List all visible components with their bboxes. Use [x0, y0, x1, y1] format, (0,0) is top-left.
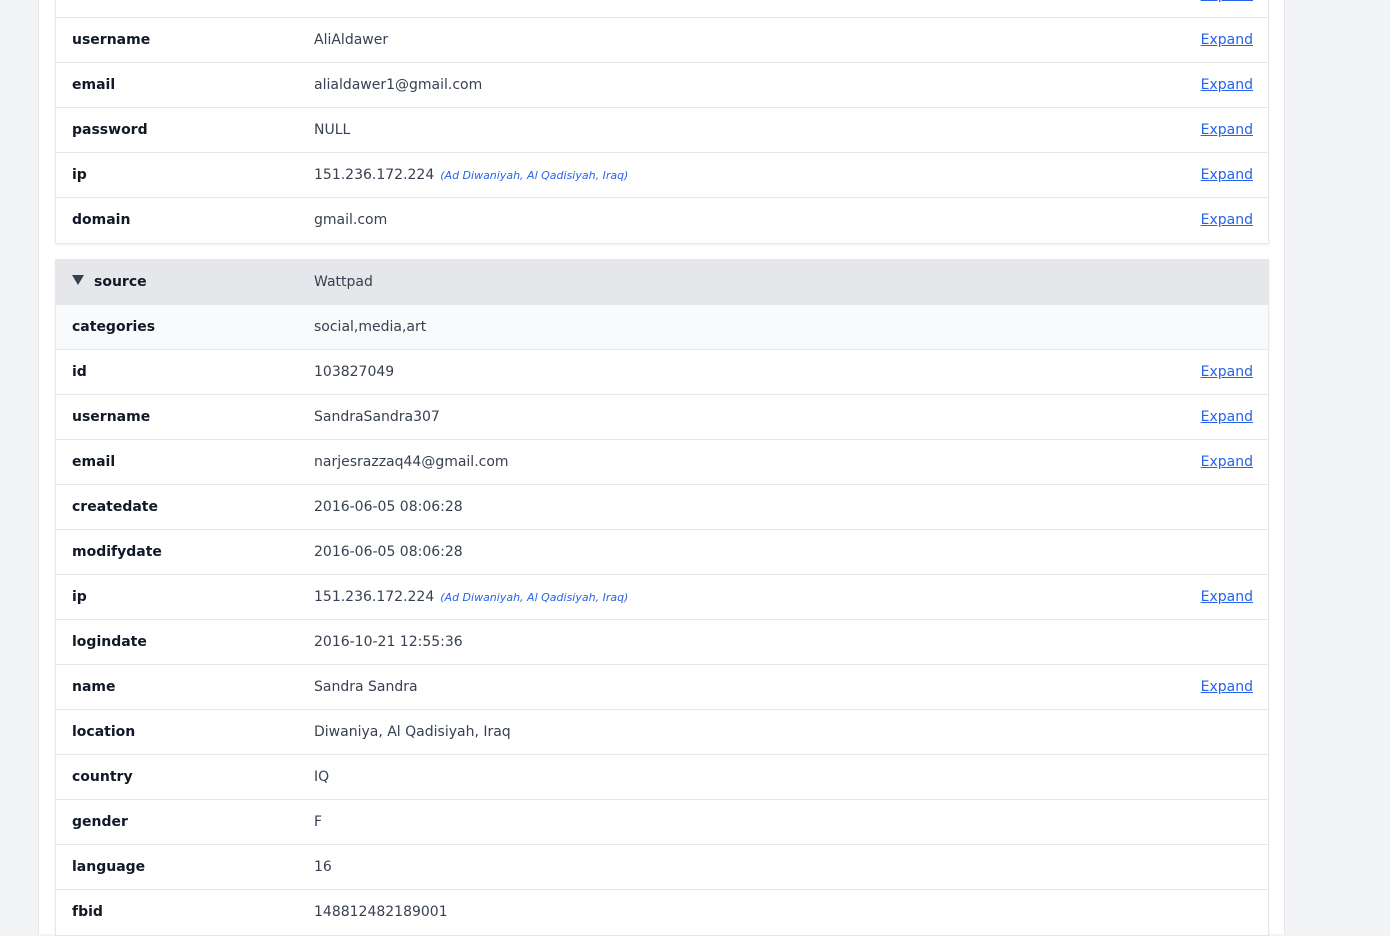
field-row-name: name Sandra Sandra Expand [56, 665, 1268, 710]
field-key: ip [72, 589, 87, 605]
expand-link[interactable]: Expand [1201, 108, 1253, 152]
expand-link[interactable]: Expand [1201, 63, 1253, 107]
field-key: username [72, 409, 151, 425]
field-key: modifydate [72, 544, 162, 560]
field-row-password: password NULL Expand [56, 108, 1268, 153]
field-row-ip: ip 151.236.172.224 (Ad Diwaniyah, Al Qadi… [56, 575, 1268, 620]
field-value: 2016-06-05 08:06:28 [314, 499, 463, 515]
field-key: id [72, 0, 87, 17]
record-card-1: id 130003073 Expand username AliAldawer … [55, 0, 1269, 244]
field-key: createdate [72, 499, 158, 515]
ip-geolocation: (Ad Diwaniyah, Al Qadisiyah, Iraq) [440, 591, 629, 604]
field-key: id [72, 364, 87, 380]
expand-link[interactable]: Expand [1201, 575, 1253, 619]
field-value: alialdawer1@gmail.com [314, 77, 483, 93]
field-row-location: location Diwaniya, Al Qadisiyah, Iraq [56, 710, 1268, 755]
field-row-domain: domain gmail.com Expand [56, 198, 1268, 243]
field-row-id: id 103827049 Expand [56, 350, 1268, 395]
field-key: email [72, 454, 116, 470]
field-key: country [72, 769, 133, 785]
source-header-row[interactable]: source Wattpad [56, 260, 1268, 305]
expand-link[interactable]: Expand [1201, 665, 1253, 709]
ip-address: 151.236.172.224 [314, 167, 435, 183]
field-row-country: country IQ [56, 755, 1268, 800]
source-label: source [94, 274, 147, 290]
field-value: 148812482189001 [314, 904, 448, 920]
field-key: language [72, 859, 146, 875]
field-value: narjesrazzaq44@gmail.com [314, 454, 509, 470]
expand-link[interactable]: Expand [1201, 153, 1253, 197]
source-value: Wattpad [314, 274, 373, 290]
field-value: social,media,art [314, 319, 427, 335]
expand-link[interactable]: Expand [1201, 395, 1253, 439]
ip-address: 151.236.172.224 [314, 589, 435, 605]
source-toggle[interactable]: source [72, 260, 147, 304]
field-key: password [72, 122, 148, 138]
field-value: 2016-10-21 12:55:36 [314, 634, 463, 650]
field-value: Diwaniya, Al Qadisiyah, Iraq [314, 724, 511, 740]
field-value: F [314, 814, 323, 830]
field-row-gender: gender F [56, 800, 1268, 845]
field-value: 103827049 [314, 364, 395, 380]
caret-down-icon[interactable] [72, 275, 84, 285]
field-row-username: username AliAldawer Expand [56, 18, 1268, 63]
field-value: SandraSandra307 [314, 409, 440, 425]
field-key: gender [72, 814, 128, 830]
field-row-categories: categories social,media,art [56, 305, 1268, 350]
field-key: name [72, 679, 116, 695]
field-value: Sandra Sandra [314, 679, 418, 695]
field-key: ip [72, 167, 87, 183]
field-key: username [72, 32, 151, 48]
field-value: 2016-06-05 08:06:28 [314, 544, 463, 560]
expand-link[interactable]: Expand [1201, 18, 1253, 62]
field-key: location [72, 724, 136, 740]
field-row-logindate: logindate 2016-10-21 12:55:36 [56, 620, 1268, 665]
field-value: IQ [314, 769, 330, 785]
field-value: 16 [314, 859, 332, 875]
field-row-fbid: fbid 148812482189001 [56, 890, 1268, 935]
field-row-ip: ip 151.236.172.224 (Ad Diwaniyah, Al Qadi… [56, 153, 1268, 198]
expand-link[interactable]: Expand [1201, 350, 1253, 394]
field-value: AliAldawer [314, 32, 389, 48]
field-key: email [72, 77, 116, 93]
field-row-id: id 130003073 Expand [56, 0, 1268, 18]
field-value: 151.236.172.224 (Ad Diwaniyah, Al Qadisiy… [314, 575, 628, 620]
field-value: 151.236.172.224 (Ad Diwaniyah, Al Qadisiy… [314, 153, 628, 198]
field-value: 130003073 [314, 0, 394, 17]
field-row-email: email narjesrazzaq44@gmail.com Expand [56, 440, 1268, 485]
field-key: categories [72, 319, 156, 335]
field-value: gmail.com [314, 212, 388, 228]
field-row-email: email alialdawer1@gmail.com Expand [56, 63, 1268, 108]
field-row-username: username SandraSandra307 Expand [56, 395, 1268, 440]
field-row-createdate: createdate 2016-06-05 08:06:28 [56, 485, 1268, 530]
expand-link[interactable]: Expand [1201, 198, 1253, 242]
field-row-modifydate: modifydate 2016-06-05 08:06:28 [56, 530, 1268, 575]
field-key: fbid [72, 904, 103, 920]
field-key: logindate [72, 634, 147, 650]
expand-link[interactable]: Expand [1201, 0, 1253, 17]
ip-geolocation: (Ad Diwaniyah, Al Qadisiyah, Iraq) [440, 169, 629, 182]
record-card-2: source Wattpad categories social,media,a… [55, 259, 1269, 936]
expand-link[interactable]: Expand [1201, 440, 1253, 484]
field-value: NULL [314, 122, 351, 138]
field-row-language: language 16 [56, 845, 1268, 890]
field-key: domain [72, 212, 131, 228]
